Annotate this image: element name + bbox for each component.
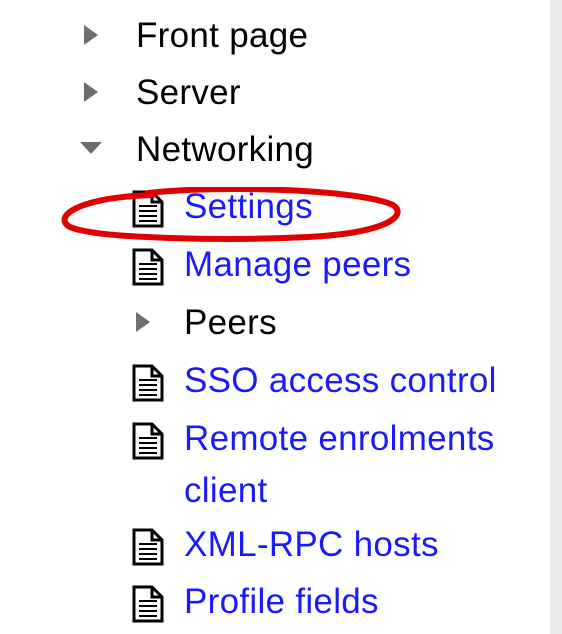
page-icon: [132, 528, 164, 566]
tree-item-front-page[interactable]: Front page: [82, 10, 308, 62]
nav-link-sso-access-control[interactable]: SSO access control: [128, 355, 497, 407]
nav-link-label: Settings: [184, 187, 313, 226]
triangle-right-icon: [84, 25, 98, 45]
tree-item-server[interactable]: Server: [82, 67, 241, 119]
nav-link-label: SSO access control: [184, 361, 497, 400]
tree-item-label: Server: [136, 73, 241, 112]
nav-link-label: Remote enrolments client: [184, 413, 495, 517]
page-icon: [132, 364, 164, 402]
nav-link-remote-enrolments-client[interactable]: Remote enrolments client: [128, 413, 495, 517]
nav-link-label: XML-RPC hosts: [184, 525, 439, 564]
page-icon: [132, 585, 164, 623]
nav-link-label: Profile fields: [184, 582, 379, 621]
nav-link-label: Manage peers: [184, 245, 412, 284]
nav-link-xml-rpc-hosts[interactable]: XML-RPC hosts: [128, 519, 439, 571]
tree-item-label: Networking: [136, 130, 315, 169]
triangle-down-icon: [80, 142, 102, 154]
nav-link-profile-fields[interactable]: Profile fields: [128, 576, 379, 628]
tree-item-networking[interactable]: Networking: [78, 124, 314, 176]
page-icon: [132, 422, 164, 460]
triangle-right-icon: [84, 82, 98, 102]
page-icon: [132, 248, 164, 286]
nav-link-label-line2: client: [184, 471, 268, 510]
nav-link-label-line1: Remote enrolments: [184, 419, 495, 458]
triangle-right-icon: [136, 312, 150, 332]
scrollbar-edge: [550, 0, 562, 634]
page-icon: [132, 190, 164, 228]
nav-link-settings[interactable]: Settings: [128, 181, 313, 233]
admin-navigation-tree: Front page Server Networking Settings Ma…: [0, 0, 562, 634]
tree-item-label: Peers: [184, 303, 277, 342]
tree-item-peers[interactable]: Peers: [134, 297, 277, 349]
tree-item-label: Front page: [136, 16, 309, 55]
nav-link-manage-peers[interactable]: Manage peers: [128, 239, 411, 291]
